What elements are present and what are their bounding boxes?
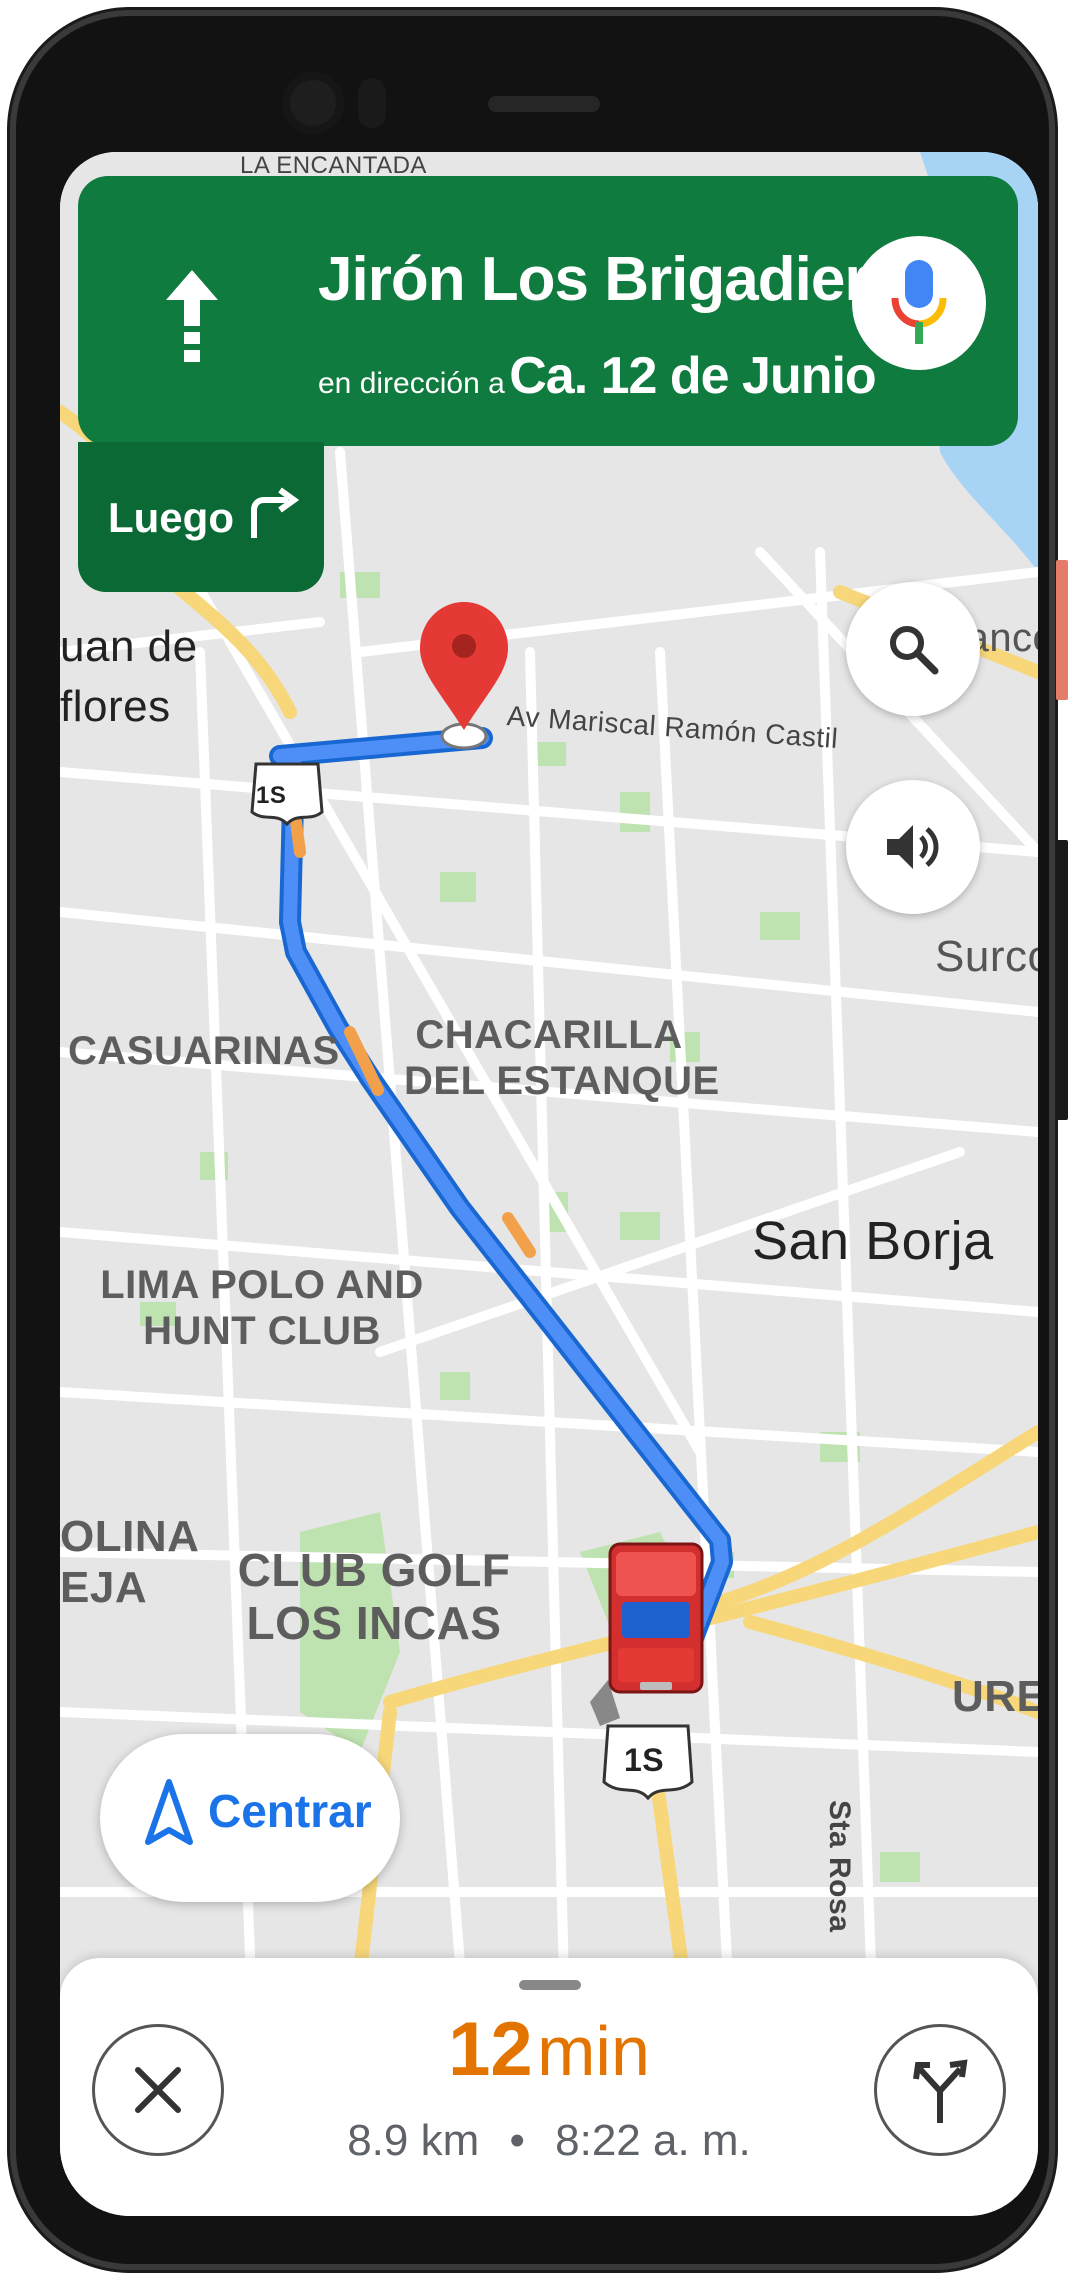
volume-icon — [887, 825, 939, 869]
arrival-time: 8:22 a. m. — [555, 2116, 751, 2165]
sound-button[interactable] — [846, 780, 980, 914]
direction-line: en dirección a Ca. 12 de Junio — [318, 346, 877, 406]
side-button-power — [1056, 560, 1068, 700]
map-label-lima-polo: LIMA POLO AND HUNT CLUB — [100, 1263, 424, 1353]
next-street-name: Jirón Los Brigadieres — [318, 245, 935, 314]
separator: • — [509, 2116, 525, 2165]
straight-arrow-icon — [166, 270, 218, 362]
map-label-club-golf: CLUB GOLF LOS INCAS — [237, 1544, 511, 1649]
map-label-sta-rosa: Sta Rosa — [823, 1800, 856, 1933]
direction-prefix: en dirección a — [318, 367, 505, 400]
sensor — [358, 78, 386, 128]
alternate-routes-icon — [913, 2059, 968, 2123]
phone-frame: LA ENCANTADA uan de flores Av Mariscal R… — [10, 10, 1055, 2270]
recenter-label: Centrar — [208, 1785, 372, 1837]
recenter-button[interactable]: Centrar — [100, 1734, 400, 1902]
then-label: Luego — [108, 494, 234, 541]
drag-handle[interactable] — [519, 1980, 581, 1990]
mic-icon — [891, 260, 947, 344]
eta-number: 12 — [448, 2007, 533, 2092]
map-label-surco: Surco — [935, 932, 1038, 981]
map-label-san-borja: San Borja — [752, 1211, 994, 1271]
alternate-routes-button[interactable] — [874, 2024, 1006, 2156]
map-label-chacarilla: CHACARILLA DEL ESTANQUE — [404, 1013, 720, 1103]
search-icon — [890, 626, 939, 675]
then-maneuver: Luego — [78, 442, 324, 592]
earpiece-speaker — [488, 96, 600, 112]
trip-distance: 8.9 km — [347, 2116, 480, 2165]
map-label-juan-de: uan de — [60, 622, 198, 671]
turn-right-icon — [251, 487, 300, 538]
camera — [282, 72, 344, 134]
direction-target: Ca. 12 de Junio — [509, 347, 876, 405]
eta-unit: min — [537, 2012, 650, 2090]
map-label-ure: URE — [952, 1672, 1038, 1721]
trip-summary-sheet[interactable]: 12 min 8.9 km • 8:22 a. m. — [60, 1958, 1038, 2216]
map-label-molina: OLINA EJA — [60, 1512, 200, 1612]
route-shield-label-1: 1S — [256, 782, 287, 809]
map-label-casuarinas: CASUARINAS — [68, 1029, 340, 1073]
side-button-volume — [1056, 840, 1068, 1120]
map-label-flores: flores — [60, 682, 171, 731]
search-button[interactable] — [846, 582, 980, 716]
voice-search-button[interactable] — [852, 236, 986, 370]
route-shield-label-2: 1S — [624, 1742, 665, 1778]
navigation-banner[interactable]: Jirón Los Brigadieres en dirección a Ca.… — [78, 176, 1018, 446]
screen: LA ENCANTADA uan de flores Av Mariscal R… — [60, 152, 1038, 2216]
navigation-arrow-icon — [145, 1779, 193, 1845]
